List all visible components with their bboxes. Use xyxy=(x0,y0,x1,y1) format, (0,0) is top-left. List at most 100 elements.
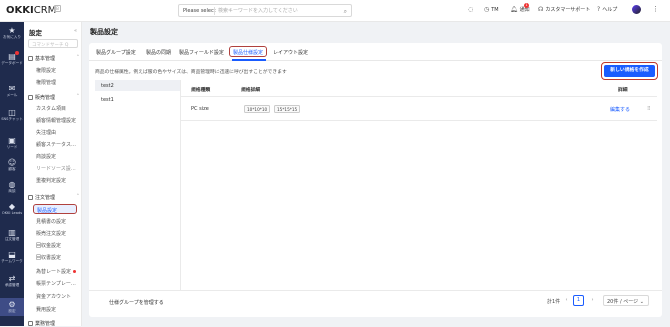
subnav-item-product-settings[interactable]: 製品設定 xyxy=(33,204,77,214)
row-more-icon[interactable]: ⠿ xyxy=(647,106,651,112)
more-icon[interactable]: ⋮ xyxy=(652,5,659,13)
search-divider xyxy=(214,7,215,15)
subnav-item[interactable]: 費用設定 xyxy=(36,306,56,313)
subnav-item[interactable]: 資金アカウント xyxy=(36,293,71,300)
spec-group-item[interactable]: test2 xyxy=(95,80,180,91)
manage-spec-groups-link[interactable]: 仕様グループを管理する xyxy=(109,299,164,306)
column-header-details: 詳細 xyxy=(618,88,628,93)
prev-page-icon[interactable]: ‹ xyxy=(562,295,571,306)
subnav-item[interactable]: 販売注文設定 xyxy=(36,230,66,237)
rail-notification-dot xyxy=(15,51,19,55)
notification-badge: 1 xyxy=(524,3,529,8)
subnav-item[interactable]: 権限管理 xyxy=(36,79,56,86)
subnav-item[interactable]: 顧客ステータス… xyxy=(36,141,76,148)
chart-icon: ▤ xyxy=(8,52,16,61)
customer-icon: ☺ xyxy=(7,158,17,167)
subnav-group-sales[interactable]: 販売管理 ⌃ xyxy=(28,94,80,101)
rail-item-sns-chat[interactable]: ◫ SNSチャット xyxy=(0,108,24,121)
tab-bar: 製品グループ設定 製品の同期 製品フィールド設定 製品仕様設定 レイアウト設定 xyxy=(89,43,662,61)
active-tab-indicator xyxy=(232,59,266,61)
rail-item-leads[interactable]: ▣ リード xyxy=(0,136,24,149)
settings-subnav: 設定 « コマンドサーチ Q 基本管理 ⌃ 権限設定 権限管理 販売管理 ⌃ カスタ… xyxy=(24,22,82,327)
spec-tag: 15*15*15 xyxy=(274,105,301,113)
tab-product-sync[interactable]: 製品の同期 xyxy=(146,49,171,56)
spec-group-list: test2 test1 xyxy=(95,80,180,290)
chevron-up-icon: ⌃ xyxy=(76,94,80,99)
subnav-item[interactable]: 見積書の設定 xyxy=(36,218,66,225)
rail-item-deals[interactable]: ◍ 商談 xyxy=(0,180,24,193)
lead-icon: ▣ xyxy=(8,136,16,145)
search-icon[interactable]: ⌕ xyxy=(344,8,347,16)
headset-icon: ☊ xyxy=(538,6,544,13)
tab-product-fields[interactable]: 製品フィールド設定 xyxy=(179,49,224,56)
tab-product-group[interactable]: 製品グループ設定 xyxy=(96,49,136,56)
spec-name: PC size xyxy=(191,106,209,112)
customer-support-button[interactable]: ☊ カスタマーサポート xyxy=(538,6,590,13)
chevron-up-icon: ⌃ xyxy=(76,55,80,60)
subnav-item[interactable]: 帳票テンプレー… xyxy=(36,280,76,287)
spec-tag: 10*10*10 xyxy=(244,105,271,113)
rail-item-mail[interactable]: ✉ メール xyxy=(0,84,24,97)
spec-group-item[interactable]: test1 xyxy=(95,94,180,105)
lamp-button[interactable]: ◌ xyxy=(468,6,475,13)
page-title: 製品設定 xyxy=(90,28,118,36)
collapse-icon[interactable]: « xyxy=(74,28,77,34)
global-search: Please select ⌕ xyxy=(178,4,352,17)
subnav-item[interactable]: 重複判定設定 xyxy=(36,177,66,184)
subnav-search-input[interactable]: コマンドサーチ Q xyxy=(28,39,78,48)
rail-item-orders[interactable]: ▥ 注文管理 xyxy=(0,228,24,241)
sales-group-icon xyxy=(28,95,33,100)
tab-product-specs[interactable]: 製品仕様設定 xyxy=(229,46,268,57)
current-page[interactable]: 1 xyxy=(573,295,584,306)
page-description: 商品の仕様属性。例えば服の色やサイズは、商品管理時に迅速に呼び出すことができます xyxy=(95,70,287,75)
help-icon: ? xyxy=(597,6,601,13)
chevron-down-icon: ⌄ xyxy=(639,299,644,305)
next-page-icon[interactable]: › xyxy=(588,295,597,306)
subnav-item[interactable]: カスタム項目 xyxy=(36,105,66,112)
subnav-item[interactable]: 回収金設定 xyxy=(36,242,61,249)
clock-icon: ◷ xyxy=(484,6,490,13)
help-button[interactable]: ? ヘルプ xyxy=(597,6,617,13)
table-row: PC size 10*10*10 15*15*15 編集する ⠿ xyxy=(181,97,657,121)
subnav-item[interactable]: 回収書設定 xyxy=(36,254,61,261)
subnav-item[interactable]: 顧客情報管理設定 xyxy=(36,117,76,124)
column-header-spec-detail: 規格詳細 xyxy=(241,88,261,93)
tm-button[interactable]: ◷ TM xyxy=(484,6,499,13)
page-size-select[interactable]: 20件 / ページ ⌄ xyxy=(603,295,649,306)
create-spec-label: 新しい規格を作成 xyxy=(604,65,655,77)
subnav-item[interactable]: 商談設定 xyxy=(36,153,56,160)
subnav-item-exchange-rate[interactable]: 為替レート設定 xyxy=(36,268,77,275)
new-dot xyxy=(73,270,77,273)
orders-group-icon xyxy=(28,195,33,200)
app-logo[interactable]: OKKICRM xyxy=(6,5,56,16)
column-header-spec-type: 規格種類 xyxy=(191,88,211,93)
team-icon: ⬓ xyxy=(8,250,16,259)
rail-item-approvals[interactable]: ⇄ 承認管理 xyxy=(0,274,24,287)
rail-item-settings[interactable]: ⚙ 設定 xyxy=(0,298,24,316)
user-avatar[interactable] xyxy=(632,5,641,14)
subnav-item[interactable]: リードソース設… xyxy=(36,165,76,172)
search-scope-select[interactable]: Please select xyxy=(183,8,216,14)
subnav-group-basic[interactable]: 基本管理 ⌃ xyxy=(28,55,80,62)
rail-item-customers[interactable]: ☺ 顧客 xyxy=(0,158,24,171)
lamp-icon: ◌ xyxy=(468,6,474,13)
tab-layout[interactable]: レイアウト設定 xyxy=(273,49,308,56)
create-spec-button[interactable]: 新しい規格を作成 xyxy=(601,62,658,80)
chevron-up-icon: ⌃ xyxy=(76,194,80,199)
rail-item-okki-leads[interactable]: ◆ OKKI Leads xyxy=(0,202,24,215)
rail-item-teamwork[interactable]: ⬓ チームワーク xyxy=(0,250,24,263)
subnav-group-orders[interactable]: 注文管理 ⌃ xyxy=(28,194,80,201)
business-group-icon xyxy=(28,321,33,326)
total-count: 計1件 xyxy=(547,299,561,305)
main-nav-rail: ★ お気に入り ▤ データボード ✉ メール ◫ SNSチャット ▣ リード ☺ 顧客 ◍ 商… xyxy=(0,22,24,326)
settings-icon: ⚙ xyxy=(8,300,16,309)
ai-icon: ◆ xyxy=(8,202,16,211)
edit-spec-link[interactable]: 編集する xyxy=(610,106,630,113)
rail-item-dashboard[interactable]: ▤ データボード xyxy=(0,51,24,65)
subnav-title: 設定 xyxy=(29,29,42,37)
search-input[interactable] xyxy=(218,7,338,15)
subnav-item[interactable]: 権限設定 xyxy=(36,67,56,74)
subnav-item[interactable]: 失注理由 xyxy=(36,129,56,136)
rail-item-favorites[interactable]: ★ お気に入り xyxy=(0,26,24,39)
logo-badge: B xyxy=(54,5,61,12)
